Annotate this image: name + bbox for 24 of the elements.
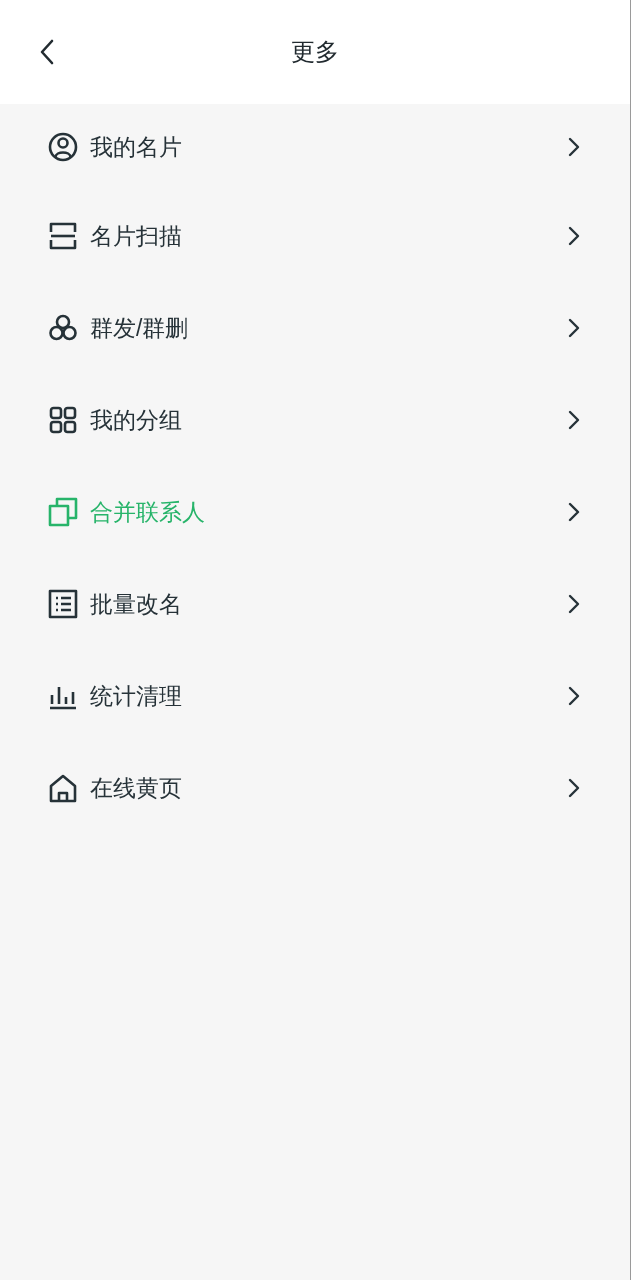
chevron-right-icon (568, 502, 580, 522)
chevron-right-icon (568, 226, 580, 246)
menu-item[interactable]: 在线黄页 (0, 742, 630, 834)
person-circle-icon (48, 132, 78, 162)
grid-icon (48, 405, 78, 435)
copy-icon (48, 497, 78, 527)
chevron-right-icon (568, 410, 580, 430)
chevron-right-icon (568, 594, 580, 614)
list-icon (48, 589, 78, 619)
scan-frame-icon (48, 221, 78, 251)
three-circles-icon (48, 313, 78, 343)
menu-item[interactable]: 我的分组 (0, 374, 630, 466)
chevron-right-icon (568, 686, 580, 706)
house-icon (48, 773, 78, 803)
chevron-right-icon (568, 318, 580, 338)
chevron-right-icon (568, 137, 580, 157)
chevron-right-icon (568, 778, 580, 798)
menu-item[interactable]: 我的名片 (0, 104, 630, 190)
menu-item[interactable]: 批量改名 (0, 558, 630, 650)
menu-item[interactable]: 群发/群删 (0, 282, 630, 374)
menu-item[interactable]: 名片扫描 (0, 190, 630, 282)
page-title: 更多 (291, 37, 339, 68)
menu-item[interactable]: 统计清理 (0, 650, 630, 742)
back-icon (39, 38, 55, 66)
